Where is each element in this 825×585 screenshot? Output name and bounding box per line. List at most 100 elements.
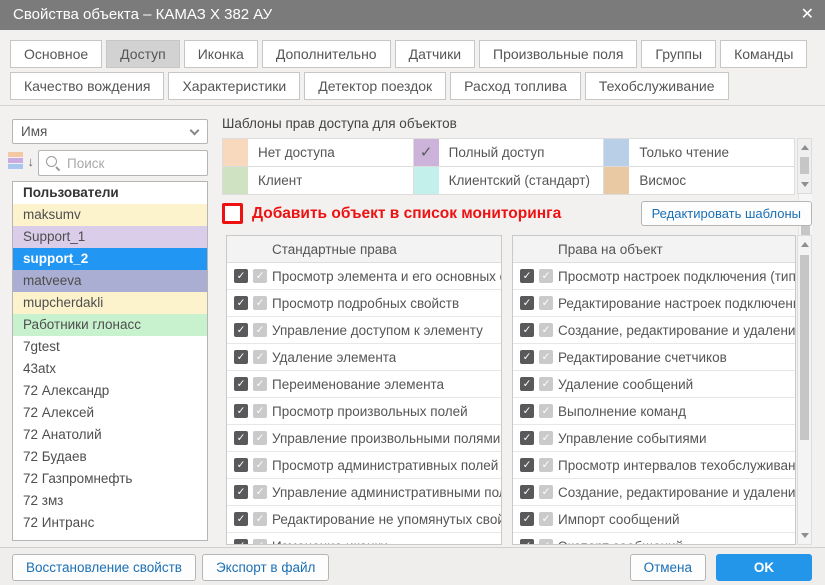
- tab[interactable]: Детектор поездок: [304, 72, 446, 100]
- permission-checkbox-granted[interactable]: [520, 377, 534, 391]
- permission-checkbox-granted[interactable]: [234, 512, 248, 526]
- scroll-down-icon[interactable]: [801, 533, 809, 538]
- user-list-item[interactable]: Support_1: [13, 226, 207, 248]
- permission-checkbox-granted[interactable]: [520, 458, 534, 472]
- user-list-item[interactable]: matveeva: [13, 270, 207, 292]
- permission-checkbox-granted[interactable]: [520, 269, 534, 283]
- permission-checkbox-granted[interactable]: [234, 485, 248, 499]
- permission-checkbox-template[interactable]: [253, 512, 267, 526]
- permission-checkbox-template[interactable]: [539, 539, 553, 545]
- user-list-item[interactable]: 72 Анатолий: [13, 424, 207, 446]
- tab[interactable]: Иконка: [184, 40, 258, 68]
- permission-checkbox-granted[interactable]: [234, 323, 248, 337]
- user-list-item[interactable]: 72 Александр: [13, 380, 207, 402]
- user-list-item[interactable]: support_2: [13, 248, 207, 270]
- export-to-file-button[interactable]: Экспорт в файл: [202, 554, 329, 581]
- permission-checkbox-template[interactable]: [253, 458, 267, 472]
- edit-templates-button[interactable]: Редактировать шаблоны: [641, 201, 812, 226]
- tab[interactable]: Датчики: [395, 40, 475, 68]
- permission-checkbox-template[interactable]: [253, 404, 267, 418]
- user-list-item[interactable]: maksumv: [13, 204, 207, 226]
- user-list-item[interactable]: 72 Алексей: [13, 402, 207, 424]
- templates-scrollbar[interactable]: [797, 138, 812, 194]
- tab[interactable]: Команды: [720, 40, 807, 68]
- search-input[interactable]: [67, 156, 207, 171]
- tabs-separator: [0, 105, 825, 106]
- access-template-item[interactable]: Нет доступа: [223, 139, 414, 167]
- object-rights-scrollbar[interactable]: [797, 235, 812, 545]
- user-list-item[interactable]: 7gtest: [13, 336, 207, 358]
- permission-checkbox-template[interactable]: [253, 323, 267, 337]
- permission-checkbox-template[interactable]: [539, 377, 553, 391]
- tab[interactable]: Расход топлива: [450, 72, 581, 100]
- tab[interactable]: Основное: [10, 40, 102, 68]
- permission-checkbox-template[interactable]: [253, 485, 267, 499]
- tab[interactable]: Техобслуживание: [585, 72, 729, 100]
- user-list-item[interactable]: 72 Интранс: [13, 512, 207, 534]
- scroll-down-icon[interactable]: [801, 182, 809, 187]
- permission-checkbox-template[interactable]: [253, 377, 267, 391]
- access-template-item[interactable]: Полный доступ: [414, 139, 605, 167]
- permission-checkbox-granted[interactable]: [520, 431, 534, 445]
- access-template-item[interactable]: Клиент: [223, 167, 414, 195]
- permission-checkbox-template[interactable]: [539, 458, 553, 472]
- permission-checkbox-granted[interactable]: [234, 431, 248, 445]
- user-search-field[interactable]: [38, 150, 208, 176]
- permission-checkbox-template[interactable]: [539, 323, 553, 337]
- permission-row: Создание, редактирование и удаление ...: [513, 317, 795, 344]
- permission-checkbox-granted[interactable]: [234, 350, 248, 364]
- tab[interactable]: Дополнительно: [262, 40, 391, 68]
- permission-checkbox-granted[interactable]: [520, 404, 534, 418]
- permission-checkbox-template[interactable]: [253, 539, 267, 545]
- scroll-up-icon[interactable]: [801, 242, 809, 247]
- tab[interactable]: Произвольные поля: [479, 40, 637, 68]
- restore-properties-button[interactable]: Восстановление свойств: [12, 554, 196, 581]
- tab[interactable]: Характеристики: [168, 72, 300, 100]
- user-list-item[interactable]: 72 Газпромнефть: [13, 468, 207, 490]
- permission-checkbox-granted[interactable]: [234, 539, 248, 545]
- user-list-item[interactable]: 43atx: [13, 358, 207, 380]
- permission-checkbox-granted[interactable]: [234, 404, 248, 418]
- user-list-item[interactable]: 72 Будаев: [13, 446, 207, 468]
- permission-checkbox-granted[interactable]: [234, 296, 248, 310]
- tab[interactable]: Качество вождения: [10, 72, 164, 100]
- user-filter-dropdown[interactable]: Имя: [12, 119, 208, 144]
- user-list-item[interactable]: Работники глонасс: [13, 314, 207, 336]
- scroll-up-icon[interactable]: [801, 145, 809, 150]
- tab[interactable]: Доступ: [106, 40, 180, 68]
- permission-checkbox-template[interactable]: [539, 431, 553, 445]
- permission-checkbox-granted[interactable]: [520, 296, 534, 310]
- access-template-item[interactable]: Клиентский (стандарт): [414, 167, 605, 195]
- permission-checkbox-granted[interactable]: [520, 323, 534, 337]
- permission-checkbox-template[interactable]: [253, 269, 267, 283]
- permission-checkbox-granted[interactable]: [520, 350, 534, 364]
- permission-checkbox-template[interactable]: [539, 350, 553, 364]
- permission-checkbox-granted[interactable]: [520, 512, 534, 526]
- permission-checkbox-template[interactable]: [539, 404, 553, 418]
- permission-checkbox-template[interactable]: [539, 269, 553, 283]
- access-template-item[interactable]: Только чтение: [604, 139, 795, 167]
- permission-checkbox-granted[interactable]: [520, 539, 534, 545]
- permission-checkbox-template[interactable]: [539, 485, 553, 499]
- add-to-monitoring-checkbox[interactable]: [222, 203, 243, 224]
- permission-checkbox-template[interactable]: [539, 296, 553, 310]
- scrollbar-thumb[interactable]: [800, 255, 809, 440]
- ok-button[interactable]: OK: [716, 554, 812, 581]
- permission-checkbox-granted[interactable]: [234, 458, 248, 472]
- cancel-button[interactable]: Отмена: [630, 554, 706, 581]
- user-list-item[interactable]: 72 змз: [13, 490, 207, 512]
- permission-checkbox-template[interactable]: [253, 296, 267, 310]
- permission-checkbox-granted[interactable]: [234, 377, 248, 391]
- sort-by-color-icon[interactable]: [8, 152, 34, 174]
- permission-checkbox-granted[interactable]: [234, 269, 248, 283]
- user-list-item[interactable]: mupcherdakli: [13, 292, 207, 314]
- permission-checkbox-granted[interactable]: [520, 485, 534, 499]
- permission-checkbox-template[interactable]: [253, 431, 267, 445]
- scrollbar-thumb[interactable]: [800, 157, 809, 174]
- access-template-item[interactable]: Висмос: [604, 167, 795, 195]
- tab[interactable]: Группы: [641, 40, 716, 68]
- sort-bar-purple: [8, 158, 23, 163]
- close-icon[interactable]: ✕: [801, 0, 814, 30]
- permission-checkbox-template[interactable]: [539, 512, 553, 526]
- permission-checkbox-template[interactable]: [253, 350, 267, 364]
